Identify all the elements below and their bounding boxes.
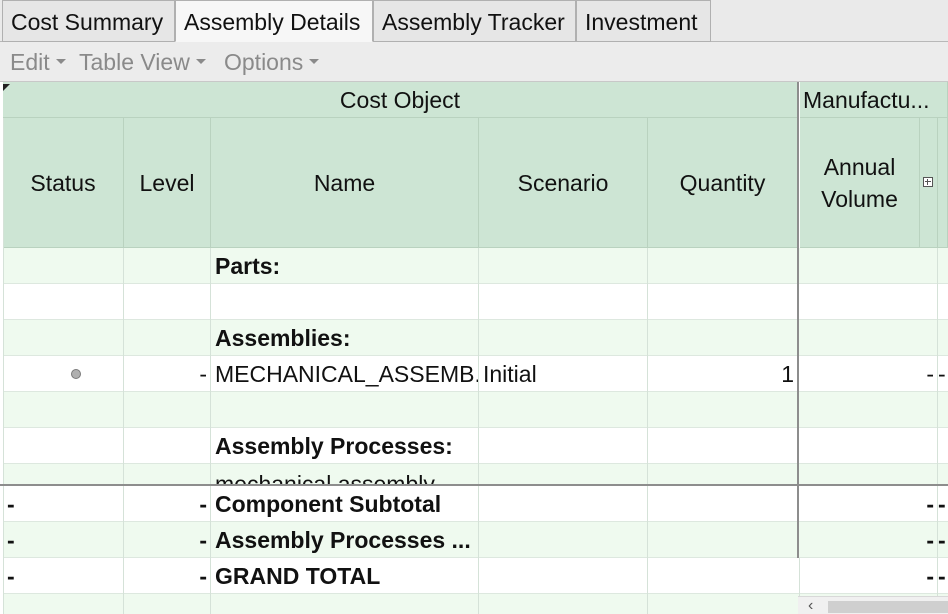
options-menu[interactable]: Options [224, 42, 320, 82]
column-divider [937, 248, 938, 614]
horizontal-scrollbar[interactable]: ‹ [798, 596, 948, 614]
name-cell: Parts: [215, 253, 281, 279]
table-view-menu[interactable]: Table View [79, 42, 206, 82]
table-row[interactable]: Assemblies: [3, 320, 948, 356]
column-divider [210, 248, 211, 614]
chevron-left-icon[interactable]: ‹ [808, 598, 813, 614]
name-cell: Component Subtotal [215, 491, 442, 517]
chevron-down-icon [195, 59, 206, 65]
tab-assembly-details[interactable]: Assembly Details [175, 0, 373, 42]
name-cell [211, 284, 479, 320]
expand-column-icon[interactable] [923, 177, 933, 187]
summary-row[interactable]: - - GRAND TOTAL - - [3, 558, 948, 594]
toolbar: Edit Table View Options [0, 42, 948, 82]
column-header-expand[interactable] [920, 118, 938, 248]
column-header-scenario[interactable]: Scenario [479, 118, 648, 248]
group-header-cost-object: Cost Object [3, 82, 798, 118]
summary-row[interactable]: - - Component Subtotal - - [3, 486, 948, 522]
status-cell: - [7, 563, 15, 589]
group-header-label: Manufactu... [803, 86, 930, 113]
annual-volume-cell: - [926, 563, 934, 589]
corner-marker-icon [3, 84, 10, 91]
annual-volume-cell: - [926, 491, 934, 517]
name-cell: Assemblies: [215, 325, 351, 351]
edit-menu[interactable]: Edit [10, 42, 66, 82]
annual-volume-cell: - [926, 527, 934, 553]
column-header-label: Annual Volume [821, 153, 898, 212]
column-header-label: Status [30, 169, 96, 196]
level-cell: - [199, 361, 207, 387]
column-header-label: Level [139, 169, 195, 196]
scrollbar-thumb[interactable] [828, 601, 948, 613]
group-header-label: Cost Object [339, 86, 461, 113]
tab-cost-summary[interactable]: Cost Summary [2, 0, 175, 42]
name-cell: GRAND TOTAL [215, 563, 381, 589]
name-cell: Assembly Processes: [215, 433, 453, 459]
table-row[interactable] [3, 392, 948, 428]
column-divider [123, 248, 124, 614]
name-cell: mechanical assembly [215, 471, 435, 484]
group-header-manufacturing: Manufactu... [800, 82, 948, 118]
column-header-level[interactable]: Level [124, 118, 211, 248]
tab-investment[interactable]: Investment [576, 0, 711, 42]
chevron-down-icon [309, 59, 320, 65]
frozen-row-divider [0, 484, 948, 486]
name-cell [211, 392, 479, 428]
table-row[interactable]: Assembly Processes: [3, 428, 948, 464]
chevron-down-icon [55, 59, 66, 65]
column-header-status[interactable]: Status [3, 118, 124, 248]
assembly-details-table: Cost Object Manufactu... Status Level Na… [0, 82, 948, 614]
column-header-label: Quantity [679, 169, 766, 196]
column-header-overflow [938, 118, 948, 248]
table-row[interactable]: - MECHANICAL_ASSEMB... Initial 1 - - [3, 356, 948, 392]
summary-row[interactable]: - - Assembly Processes ... - - [3, 522, 948, 558]
tab-strip: Cost Summary Assembly Details Assembly T… [0, 0, 948, 42]
column-header-annual-volume[interactable]: Annual Volume [800, 118, 920, 248]
column-divider [647, 248, 648, 614]
column-divider [478, 248, 479, 614]
column-header-label: Name [313, 169, 376, 196]
level-cell: - [199, 527, 207, 553]
table-view-menu-label: Table View [79, 49, 190, 75]
name-cell: Assembly Processes ... [215, 527, 471, 553]
annual-volume-cell: - [926, 361, 934, 387]
status-cell: - [7, 527, 15, 553]
quantity-cell: 1 [781, 361, 794, 387]
column-divider [3, 118, 4, 614]
status-dot-icon [71, 369, 81, 379]
table-row[interactable]: mechanical assembly [3, 464, 948, 484]
tab-assembly-tracker[interactable]: Assembly Tracker [373, 0, 576, 42]
column-header-label: Scenario [517, 169, 609, 196]
table-row[interactable]: Parts: [3, 248, 948, 284]
status-cell: - [7, 491, 15, 517]
column-header-name[interactable]: Name [211, 118, 479, 248]
column-header-quantity[interactable]: Quantity [648, 118, 798, 248]
level-cell: - [199, 491, 207, 517]
options-menu-label: Options [224, 49, 304, 75]
name-cell: MECHANICAL_ASSEMB... [215, 361, 479, 387]
frozen-column-divider [797, 82, 799, 558]
scenario-cell: Initial [483, 361, 537, 387]
level-cell: - [199, 563, 207, 589]
edit-menu-label: Edit [10, 49, 50, 75]
table-row[interactable] [3, 284, 948, 320]
